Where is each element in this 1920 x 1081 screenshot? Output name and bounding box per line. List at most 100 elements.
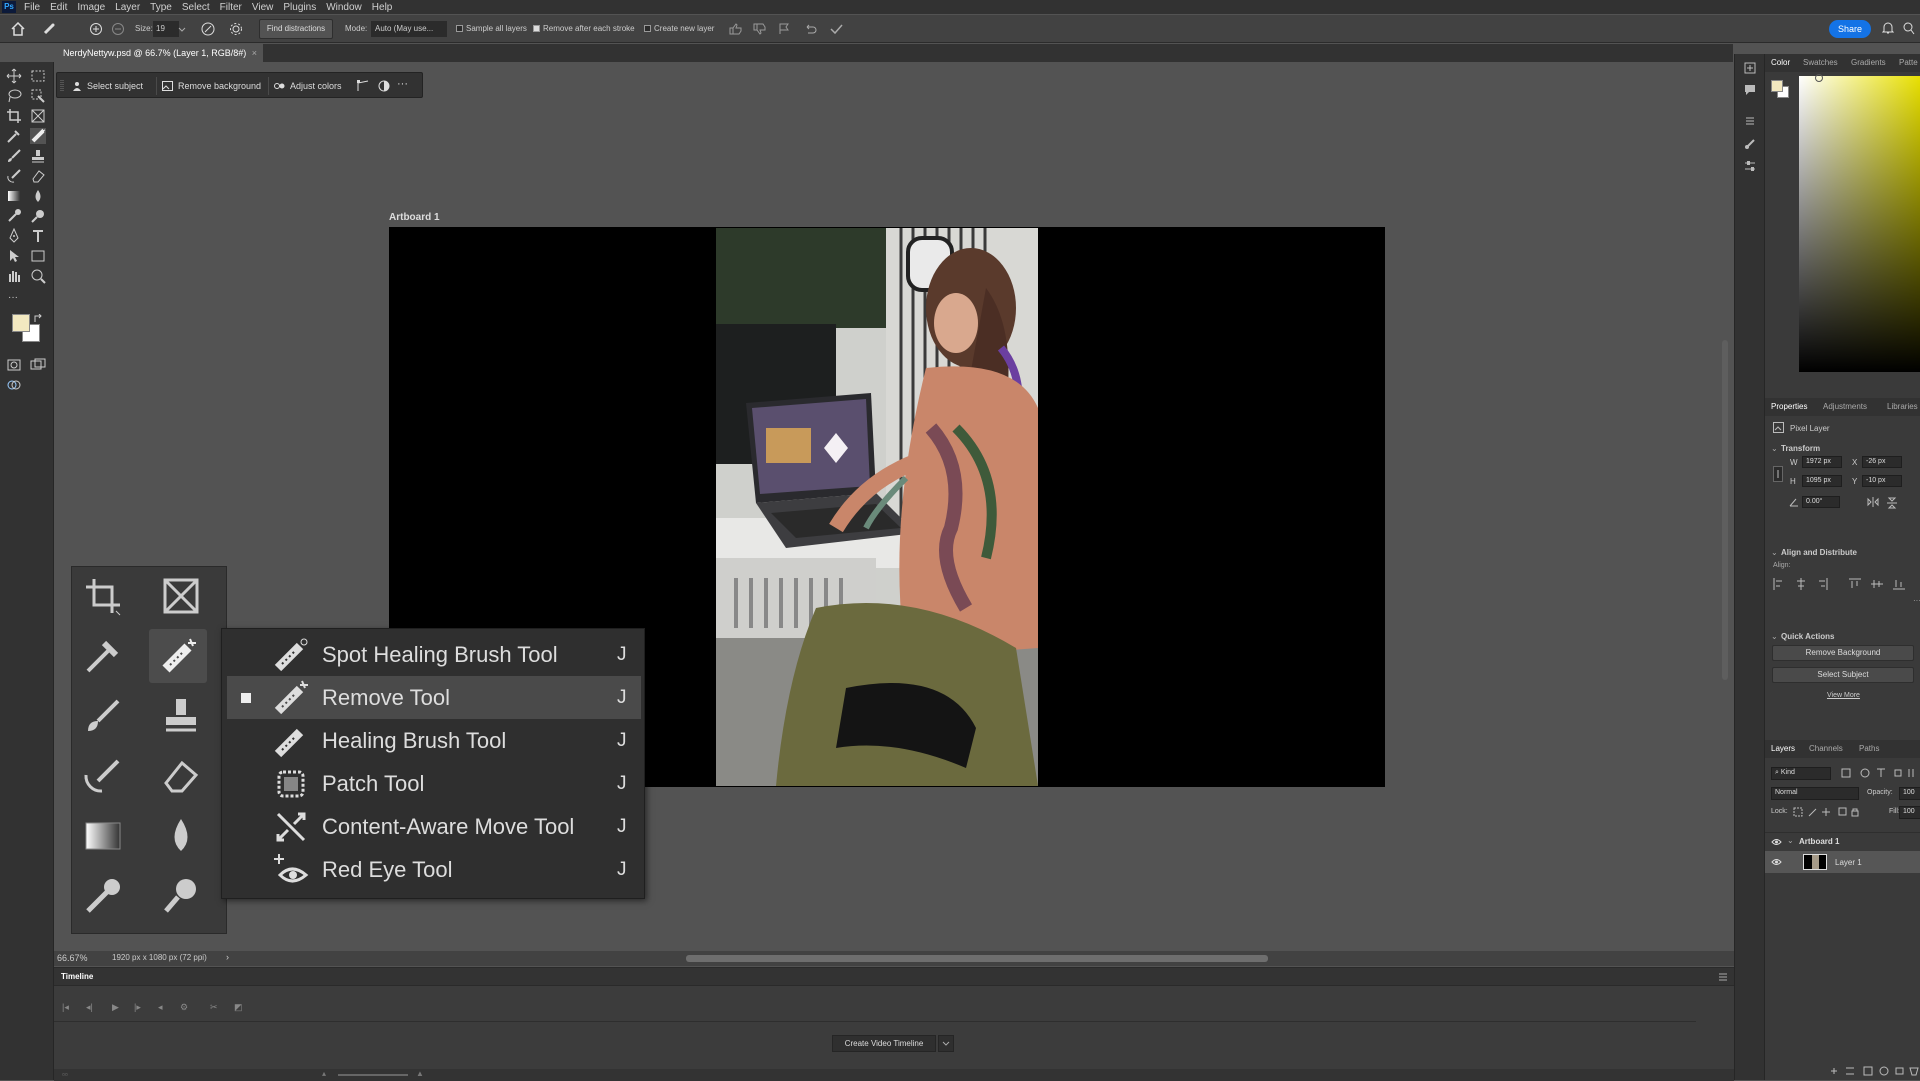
- eraser-tool-icon[interactable]: [30, 168, 46, 184]
- blend-mode-select[interactable]: Normal: [1771, 787, 1859, 800]
- clone-stamp-tool-icon[interactable]: [30, 148, 46, 164]
- zoom-tool-icon[interactable]: [30, 268, 46, 284]
- blur-tool-icon[interactable]: [30, 188, 46, 204]
- crop-tool-icon[interactable]: [6, 108, 22, 124]
- submenu-item-red-eye[interactable]: Red Eye Tool J: [227, 848, 641, 891]
- flip-horizontal-icon[interactable]: [1867, 497, 1879, 507]
- pen-tool-icon[interactable]: [6, 228, 22, 244]
- menu-filter[interactable]: Filter: [220, 2, 242, 13]
- adjustment-circle-icon[interactable]: [378, 80, 390, 92]
- zoom-large-icon[interactable]: ▲: [416, 1069, 424, 1078]
- checkbox-box[interactable]: [644, 25, 651, 33]
- dodge-tool-icon[interactable]: [6, 208, 22, 224]
- tab-libraries[interactable]: Libraries: [1887, 402, 1918, 411]
- zoom-small-icon[interactable]: ▴: [322, 1069, 326, 1078]
- submenu-item-spot-healing-brush[interactable]: Spot Healing Brush Tool J: [227, 633, 641, 676]
- color-picker-cursor[interactable]: [1815, 74, 1823, 82]
- remove-tool-preset-icon[interactable]: [42, 22, 56, 36]
- angle-field[interactable]: 0.00°: [1802, 496, 1840, 508]
- eyedropper-large-icon[interactable]: [82, 635, 124, 677]
- layer-name[interactable]: Layer 1: [1835, 858, 1862, 867]
- remove-tool-icon[interactable]: [30, 128, 46, 144]
- height-field[interactable]: 1095 px: [1802, 475, 1842, 487]
- transition-icon[interactable]: ◩: [234, 1002, 243, 1013]
- marquee-tool-icon[interactable]: [30, 68, 46, 84]
- artboard-title[interactable]: Artboard 1: [389, 212, 440, 223]
- create-video-timeline-button[interactable]: Create Video Timeline: [832, 1035, 936, 1052]
- eraser-large-icon[interactable]: [160, 755, 202, 797]
- menu-layer[interactable]: Layer: [115, 2, 140, 13]
- gradient-large-icon[interactable]: [82, 815, 124, 857]
- foreground-color-swatch[interactable]: [12, 314, 30, 332]
- brush-large-icon[interactable]: [82, 695, 124, 737]
- generative-icon[interactable]: [6, 377, 22, 393]
- view-more-link[interactable]: View More: [1827, 692, 1860, 699]
- first-frame-icon[interactable]: |◂: [62, 1002, 69, 1013]
- document-tab[interactable]: NerdyNettyw.psd @ 66.7% (Layer 1, RGB/8#…: [53, 44, 263, 62]
- frame-tool-large-icon[interactable]: [160, 575, 202, 617]
- sliders-icon[interactable]: [1744, 160, 1756, 172]
- menu-window[interactable]: Window: [326, 2, 362, 13]
- sponge-large-icon[interactable]: [160, 875, 202, 917]
- submenu-item-patch[interactable]: Patch Tool J: [227, 762, 641, 805]
- subtract-from-stroke-icon[interactable]: [111, 22, 125, 36]
- settings-icon[interactable]: ⚙: [180, 1002, 188, 1013]
- dodge-large-icon[interactable]: [82, 875, 124, 917]
- share-button[interactable]: Share: [1829, 20, 1871, 38]
- commit-check-icon[interactable]: [830, 23, 843, 35]
- tab-gradients[interactable]: Gradients: [1851, 58, 1886, 67]
- tab-adjustments[interactable]: Adjustments: [1823, 402, 1867, 411]
- foreground-color-swatch[interactable]: [1771, 80, 1783, 92]
- tab-patterns[interactable]: Patte: [1899, 58, 1918, 67]
- path-icon[interactable]: [357, 80, 369, 92]
- size-dropdown-icon[interactable]: [178, 27, 186, 33]
- vertical-scrollbar[interactable]: [1722, 340, 1728, 680]
- hand-tool-icon[interactable]: [6, 268, 22, 284]
- layer-name[interactable]: Artboard 1: [1799, 837, 1839, 846]
- remove-after-stroke-checkbox[interactable]: Remove after each stroke: [533, 21, 635, 37]
- settings-gear-icon[interactable]: [229, 22, 243, 36]
- next-frame-icon[interactable]: |▸: [134, 1002, 141, 1013]
- select-subject-button[interactable]: Select subject: [67, 77, 148, 95]
- quick-actions-title[interactable]: Quick Actions: [1781, 632, 1835, 641]
- rectangle-tool-icon[interactable]: [30, 248, 46, 264]
- color-picker-field[interactable]: [1799, 76, 1920, 372]
- zoom-out-icon[interactable]: ▫▫: [62, 1070, 68, 1079]
- tab-paths[interactable]: Paths: [1859, 744, 1879, 753]
- tab-layers[interactable]: Layers: [1771, 744, 1795, 753]
- menu-edit[interactable]: Edit: [50, 2, 67, 13]
- gradient-tool-icon[interactable]: [6, 188, 22, 204]
- lock-buttons[interactable]: [1793, 807, 1859, 817]
- play-icon[interactable]: ▶: [112, 1002, 119, 1013]
- visibility-eye-icon[interactable]: [1771, 838, 1782, 846]
- size-input[interactable]: 19: [153, 21, 179, 37]
- brush-settings-icon[interactable]: [1744, 138, 1756, 150]
- brush-tool-icon[interactable]: [6, 148, 22, 164]
- pressure-icon[interactable]: [201, 22, 215, 36]
- object-selection-tool-icon[interactable]: [30, 88, 46, 104]
- menu-file[interactable]: File: [24, 2, 40, 13]
- clone-stamp-large-icon[interactable]: [160, 695, 202, 737]
- tab-channels[interactable]: Channels: [1809, 744, 1843, 753]
- thumbs-up-icon[interactable]: [729, 23, 742, 35]
- search-icon[interactable]: [1903, 22, 1915, 35]
- home-icon[interactable]: [11, 22, 25, 36]
- edit-toolbar-icon[interactable]: ···: [8, 292, 18, 303]
- layer-thumbnail[interactable]: [1803, 854, 1827, 870]
- menu-view[interactable]: View: [252, 2, 274, 13]
- collapse-align-icon[interactable]: ⌄: [1771, 548, 1778, 557]
- sample-all-layers-checkbox[interactable]: Sample all layers: [456, 21, 527, 37]
- checkbox-box[interactable]: [456, 25, 463, 33]
- quick-mask-icon[interactable]: [6, 357, 22, 373]
- comments-icon[interactable]: [1744, 84, 1756, 96]
- menu-plugins[interactable]: Plugins: [283, 2, 316, 13]
- photo-woman-at-laptop[interactable]: [716, 228, 1038, 786]
- layer-row-artboard[interactable]: ⌄ Artboard 1: [1765, 832, 1920, 850]
- adjust-colors-button[interactable]: Adjust colors: [268, 77, 347, 95]
- zoom-level[interactable]: 66.67%: [57, 953, 88, 963]
- menu-image[interactable]: Image: [77, 2, 105, 13]
- tab-swatches[interactable]: Swatches: [1803, 58, 1838, 67]
- collapse-quick-actions-icon[interactable]: ⌄: [1771, 632, 1778, 641]
- width-field[interactable]: 1972 px: [1802, 456, 1842, 468]
- close-tab-icon[interactable]: ×: [252, 44, 257, 62]
